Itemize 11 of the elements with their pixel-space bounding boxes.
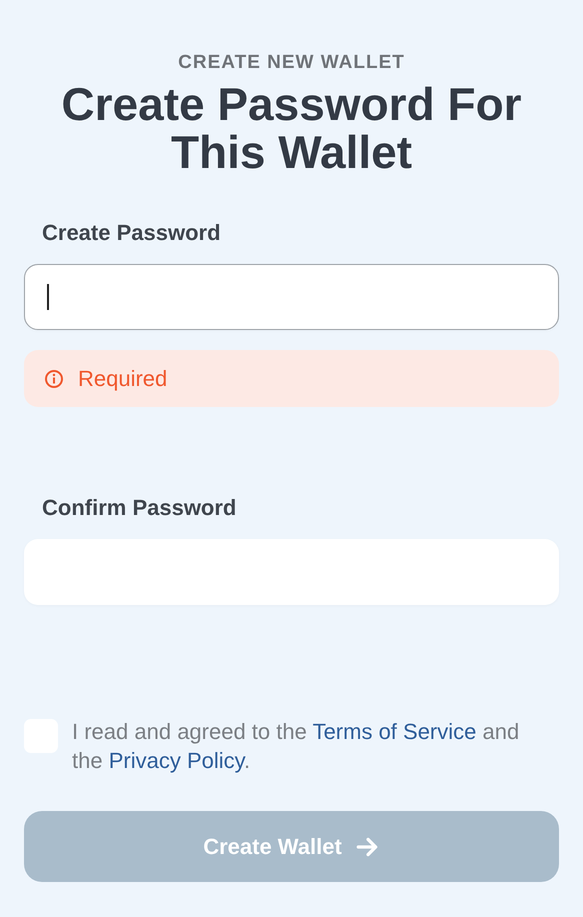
field-label: Create Password — [42, 220, 222, 246]
text-cursor — [47, 284, 49, 310]
agreement-text: I read and agreed to the Terms of Service and the Privacy Policy. — [72, 718, 520, 775]
page-eyebrow: CREATE NEW WALLET — [177, 52, 406, 74]
error-text: Required — [78, 366, 168, 392]
field-label: Confirm Password — [42, 495, 238, 521]
password-field[interactable] — [24, 264, 559, 330]
policy-link[interactable]: Terms of Service — [312, 719, 476, 744]
info-icon — [44, 368, 64, 388]
policy-link[interactable]: Privacy Policy — [108, 748, 244, 773]
page-title: Create Password For This Wallet — [60, 80, 523, 176]
